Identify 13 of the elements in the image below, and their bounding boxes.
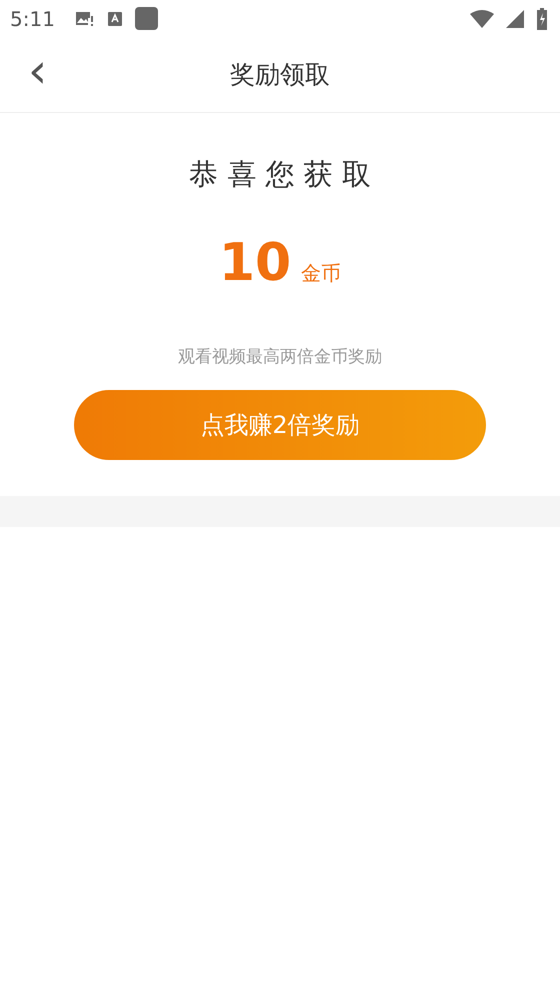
- font-notification-icon: [106, 10, 123, 26]
- image-notification-icon: [74, 10, 95, 28]
- wifi-icon: [470, 10, 494, 28]
- back-button[interactable]: ‹: [22, 47, 54, 95]
- coin-amount: 10: [218, 233, 292, 293]
- reward-hint: 观看视频最高两倍金币奖励: [178, 346, 382, 368]
- app-notification-icon: [134, 7, 158, 30]
- status-time: 5:11: [10, 6, 55, 30]
- coin-unit: 金币: [301, 260, 342, 287]
- battery-icon: [536, 8, 548, 30]
- congrats-heading: 恭 喜 您 获 取: [189, 156, 371, 193]
- page-title: 奖励领取: [230, 59, 330, 91]
- signal-icon: [506, 10, 524, 28]
